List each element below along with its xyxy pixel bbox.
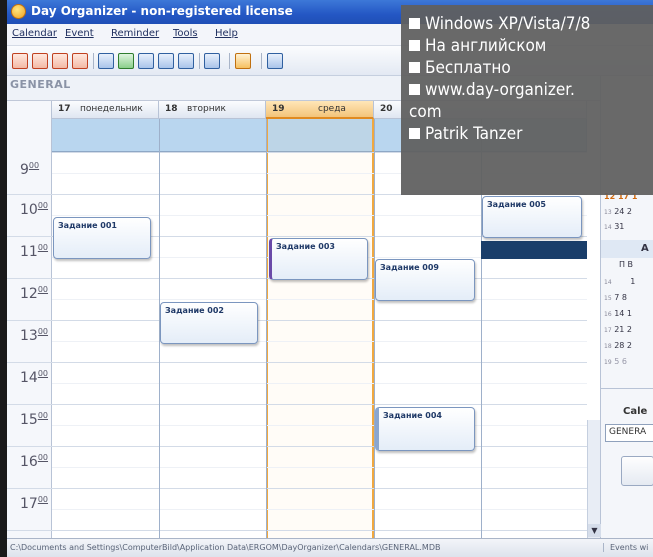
hour-label-15: 1500 — [20, 411, 49, 428]
hour-label-12: 1200 — [20, 285, 49, 302]
today-column — [266, 119, 374, 538]
day-view-icon[interactable] — [12, 53, 28, 69]
calendar-name-label: GENERAL — [10, 78, 71, 91]
info-overlay: Windows XP/Vista/7/8 На английском Беспл… — [401, 5, 653, 195]
day-name: вторник — [187, 104, 226, 114]
task-003[interactable]: Задание 003 — [269, 238, 368, 280]
overlay-line: На английском — [409, 35, 645, 57]
day-header-18[interactable]: 18 вторник — [159, 101, 266, 119]
overlay-line: com — [409, 102, 442, 122]
hour-label-14: 1400 — [20, 369, 49, 386]
task-004[interactable]: Задание 004 — [375, 407, 475, 451]
app-icon — [11, 4, 26, 19]
day-header-17[interactable]: 17 понедельник — [52, 101, 159, 119]
toolbar-separator — [229, 53, 230, 69]
half-hour-line — [52, 509, 587, 510]
menu-event[interactable]: Event — [65, 28, 94, 39]
panel-button[interactable] — [621, 456, 653, 486]
hour-label-16: 1600 — [20, 453, 49, 470]
hour-label-13: 1300 — [20, 327, 49, 344]
toolbar-separator — [93, 53, 94, 69]
month-view-icon[interactable] — [72, 53, 88, 69]
toolbar-separator — [261, 53, 262, 69]
day-number: 18 — [165, 104, 178, 114]
overlay-line: www.day-organizer. — [409, 79, 645, 101]
task-009[interactable]: Задание 009 — [375, 259, 475, 301]
hour-line — [7, 530, 587, 531]
workweek-view-icon[interactable] — [32, 53, 48, 69]
scroll-down-icon[interactable]: ▼ — [588, 524, 601, 537]
vertical-scrollbar[interactable]: ▼ — [587, 420, 601, 538]
menu-tools[interactable]: Tools — [173, 28, 198, 39]
mini-calendar-weekdays: П В — [619, 260, 634, 269]
half-hour-line — [52, 383, 587, 384]
overlay-line: Бесплатно — [409, 57, 645, 79]
window-title: Day Organizer - non-registered license — [31, 4, 293, 18]
calendar-icon[interactable] — [98, 53, 114, 69]
hour-line — [7, 488, 587, 489]
half-hour-line — [52, 425, 587, 426]
edit-icon[interactable] — [138, 53, 154, 69]
day-divider — [374, 119, 375, 538]
hour-line — [7, 320, 587, 321]
mini-calendar-row[interactable]: 18 28 2 — [604, 341, 632, 350]
refresh-icon[interactable] — [118, 53, 134, 69]
day-header-19[interactable]: 19 среда — [266, 101, 374, 119]
calendars-label: Cale — [623, 406, 648, 417]
status-events: Events wi — [603, 543, 648, 552]
mini-calendar-row[interactable]: 16 14 1 — [604, 309, 632, 318]
status-bar: C:\Documents and Settings\ComputerBild\A… — [7, 538, 653, 557]
hour-label-17: 1700 — [20, 495, 49, 512]
bullet-square-icon — [409, 84, 420, 95]
week-view-icon[interactable] — [52, 53, 68, 69]
menu-reminder[interactable]: Reminder — [111, 28, 159, 39]
day-name: понедельник — [80, 104, 143, 114]
hour-label-10: 1000 — [20, 201, 49, 218]
save-icon[interactable] — [267, 53, 283, 69]
status-file-path: C:\Documents and Settings\ComputerBild\A… — [10, 543, 441, 552]
hour-line — [7, 362, 587, 363]
bullet-square-icon — [409, 40, 420, 51]
day-number: 17 — [58, 104, 71, 114]
overlay-line: Windows XP/Vista/7/8 — [409, 13, 645, 35]
mini-calendar-month-header[interactable]: А — [601, 240, 653, 258]
bullet-square-icon — [409, 128, 420, 139]
overlay-line: Patrik Tanzer — [409, 123, 645, 145]
half-hour-line — [52, 299, 587, 300]
mini-calendar-row[interactable]: 14 31 — [604, 222, 624, 231]
panel-divider — [601, 388, 653, 389]
calendar-select[interactable]: GENERA — [605, 424, 653, 442]
task-005[interactable]: Задание 005 — [482, 196, 582, 238]
hour-label-11: 1100 — [20, 243, 49, 260]
task-002[interactable]: Задание 002 — [160, 302, 258, 344]
day-divider — [266, 119, 267, 538]
hour-line — [7, 446, 587, 447]
menu-help[interactable]: Help — [215, 28, 238, 39]
day-number: 20 — [380, 104, 393, 114]
hour-line — [7, 404, 587, 405]
menu-calendar[interactable]: Calendar — [12, 28, 57, 39]
bullet-square-icon — [409, 18, 420, 29]
mini-calendar-row[interactable]: 14 1 — [604, 277, 635, 286]
toolbar-separator — [199, 53, 200, 69]
task-001[interactable]: Задание 001 — [53, 217, 151, 259]
mini-calendar-row[interactable]: 19 5 6 — [604, 357, 627, 366]
month-initial: А — [641, 243, 649, 254]
mini-calendar-row[interactable]: 13 24 2 — [604, 207, 632, 216]
day-name: среда — [318, 104, 346, 114]
half-hour-line — [52, 467, 587, 468]
reminder-bell-icon[interactable] — [235, 53, 251, 69]
mini-calendar-row[interactable]: 15 7 8 — [604, 293, 627, 302]
print-icon[interactable] — [178, 53, 194, 69]
bullet-square-icon — [409, 62, 420, 73]
copy-icon[interactable] — [158, 53, 174, 69]
mini-calendar-row[interactable]: 17 21 2 — [604, 325, 632, 334]
selected-slot[interactable] — [481, 241, 587, 259]
half-hour-line — [52, 341, 587, 342]
search-icon[interactable] — [204, 53, 220, 69]
day-number: 19 — [272, 104, 285, 114]
hour-label-9: 900 — [20, 161, 40, 178]
